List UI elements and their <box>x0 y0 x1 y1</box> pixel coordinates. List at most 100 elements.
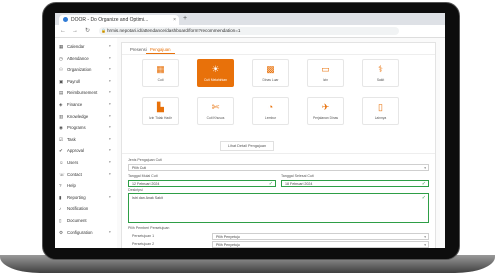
approver2-label: Persetujuan 2 <box>132 242 155 246</box>
calendar-icon: ▦ <box>156 64 165 74</box>
sidebar-item-label: Organization <box>67 67 92 73</box>
browser-tab[interactable]: DOOR - Do Organize and Optimi... × <box>59 15 179 25</box>
sidebar-item-knowledge[interactable]: ▥ Knowledge ▾ <box>55 112 117 121</box>
document-icon: ▯ <box>378 102 383 112</box>
address-bar: ← → ↻ 🔒 hrmis.nepotari.id/attendance/das… <box>55 25 445 38</box>
sidebar-item-notification[interactable]: ♪ Notification <box>55 204 117 213</box>
approver1-select[interactable]: Pilih Penyetuju ▾ <box>212 233 429 240</box>
sidebar-item-label: Users <box>67 160 79 165</box>
chevron-down-icon: ▾ <box>109 160 111 164</box>
chevron-down-icon: ▾ <box>109 136 111 141</box>
approver2-select[interactable]: Pilih Penyetuju ▾ <box>212 241 429 248</box>
request-tile[interactable]: ▩ Dinas Luar <box>252 59 289 87</box>
gear-icon: ⚙ <box>59 229 64 235</box>
start-date-value: 12 Februari 2024 <box>132 182 160 186</box>
check-icon: ✓ <box>421 195 426 201</box>
sidebar-item-contact[interactable]: ☏ Contact ▾ <box>55 170 117 179</box>
detail-button[interactable]: Lihat Detail Pengajuan <box>220 141 274 151</box>
favicon-icon <box>63 17 68 23</box>
clock-icon: ◷ <box>59 55 63 61</box>
type-select[interactable]: Pilih Cuti ▾ <box>128 164 429 171</box>
sidebar-item-label: Notification <box>67 206 89 212</box>
request-tile-label: Perjalanan Dinas <box>312 116 339 120</box>
request-tile-label: Lainnya <box>374 116 387 120</box>
description-field[interactable]: Istri dan Anak Sakit ✓ <box>128 193 429 223</box>
sidebar-item-users[interactable]: ☺ Users ▾ <box>55 158 117 167</box>
request-tile[interactable]: ☀ Cuti Melahirkan <box>197 59 234 87</box>
check-icon: ✓ <box>268 181 273 187</box>
task-icon: ☑ <box>59 136 64 142</box>
request-tile-label: Cuti <box>157 78 164 82</box>
sidebar-item-reporting[interactable]: ▮ Reporting ▾ <box>55 193 117 202</box>
approver1-label: Persetujuan 1 <box>132 234 155 238</box>
contact-icon: ☏ <box>59 171 65 177</box>
chevron-down-icon: ▾ <box>109 55 111 60</box>
browser-window: DOOR - Do Organize and Optimi... × + ← →… <box>55 13 445 248</box>
sidebar-item-label: Knowledge <box>67 113 89 119</box>
sidebar-item-label: Programs <box>67 125 86 131</box>
tab-pengajuan[interactable]: Pengajuan <box>146 46 175 54</box>
sidebar-item-configuration[interactable]: ⚙ Configuration ▾ <box>55 228 117 237</box>
sidebar-item-task[interactable]: ☑ Task ▾ <box>55 135 117 144</box>
end-date-value: 18 Februari 2024 <box>285 182 313 186</box>
request-tile-label: Cuti Khusus <box>206 116 225 120</box>
url-field[interactable]: 🔒 hrmis.nepotari.id/attendance/dashboard… <box>99 27 399 35</box>
type-label: Jenis Pengajuan Cuti <box>128 158 162 162</box>
url-text: hrmis.nepotari.id/attendance/dashboard/f… <box>107 28 241 33</box>
reload-icon[interactable]: ↻ <box>85 25 90 37</box>
end-date-field[interactable]: 18 Februari 2024 ✓ <box>281 180 429 187</box>
sidebar-item-payroll[interactable]: ▣ Payroll ▾ <box>55 77 117 86</box>
start-date-field[interactable]: 12 Februari 2024 ✓ <box>128 180 276 187</box>
chevron-down-icon: ▾ <box>424 235 426 239</box>
sidebar-item-label: Document <box>67 218 87 223</box>
timer-icon: ◔ <box>267 102 274 112</box>
sidebar-item-label: Configuration <box>67 229 93 235</box>
request-tile[interactable]: ▭ Izin <box>307 59 344 87</box>
sidebar-item-attendance[interactable]: ◷ Attendance ▾ <box>55 54 117 63</box>
back-icon[interactable]: ← <box>60 25 66 37</box>
chevron-down-icon: ▾ <box>109 113 111 118</box>
pill-icon: ⚕ <box>378 64 383 74</box>
chevron-down-icon: ▾ <box>109 78 111 83</box>
chevron-down-icon: ▾ <box>109 194 111 199</box>
car-icon: ▙ <box>157 102 164 112</box>
request-card: Presensi Pengajuan ▦ Cuti ☀ Cuti Melahirkan… <box>121 42 436 248</box>
request-tile[interactable]: ⚕ Sakit <box>362 59 399 87</box>
sidebar-item-document[interactable]: ▯ Document <box>55 216 117 225</box>
receipt-icon: ▤ <box>59 90 64 96</box>
sidebar-item-approval[interactable]: ✔ Approval ▾ <box>55 146 117 155</box>
document-icon: ▯ <box>59 218 62 223</box>
book-icon: ▥ <box>59 113 64 119</box>
sidebar-item-programs[interactable]: ◉ Programs ▾ <box>55 123 117 132</box>
chevron-down-icon: ▾ <box>109 44 111 48</box>
sidebar-item-reimbursement[interactable]: ▤ Reimbursement ▾ <box>55 88 117 97</box>
forward-icon[interactable]: → <box>72 25 78 37</box>
request-tile-label: Sakit <box>376 78 385 82</box>
sidebar-item-finance[interactable]: ◈ Finance ▾ <box>55 100 117 109</box>
chevron-down-icon: ▾ <box>424 243 426 247</box>
request-tile[interactable]: ▦ Cuti <box>142 59 179 87</box>
close-icon[interactable]: × <box>173 15 176 25</box>
new-tab-button[interactable]: + <box>183 14 187 24</box>
request-tile[interactable]: ✈ Perjalanan Dinas <box>307 97 344 125</box>
start-date-label: Tanggal Mulai Cuti <box>128 174 158 178</box>
sidebar-item-organization[interactable]: ⚇ Organization ▾ <box>55 65 117 74</box>
request-tile-label: Cuti Melahirkan <box>204 78 227 82</box>
sidebar-item-help[interactable]: ? Help <box>55 181 117 190</box>
finance-icon: ◈ <box>59 102 63 107</box>
chevron-down-icon: ▾ <box>109 67 111 72</box>
sidebar-item-label: Help <box>67 183 76 189</box>
lock-icon: 🔒 <box>101 28 106 33</box>
calendar-icon: ▦ <box>59 44 64 49</box>
clipboard-icon: ▭ <box>321 64 330 74</box>
description-value: Istri dan Anak Sakit <box>132 196 163 200</box>
request-tile[interactable]: ▯ Lainnya <box>362 97 399 125</box>
request-tile[interactable]: ▙ Izin Tidak Hadir <box>142 97 179 125</box>
request-tile[interactable]: ✄ Cuti Khusus <box>197 97 234 125</box>
request-tile-label: Dinas Luar <box>262 78 279 82</box>
browser-tab-title: DOOR - Do Organize and Optimi... <box>71 17 149 23</box>
request-tile[interactable]: ◔ Lembur <box>252 97 289 125</box>
sidebar-item-label: Approval <box>67 148 84 154</box>
sidebar-item-calendar[interactable]: ▦ Calendar ▾ <box>55 42 117 51</box>
chevron-down-icon: ▾ <box>109 229 111 234</box>
